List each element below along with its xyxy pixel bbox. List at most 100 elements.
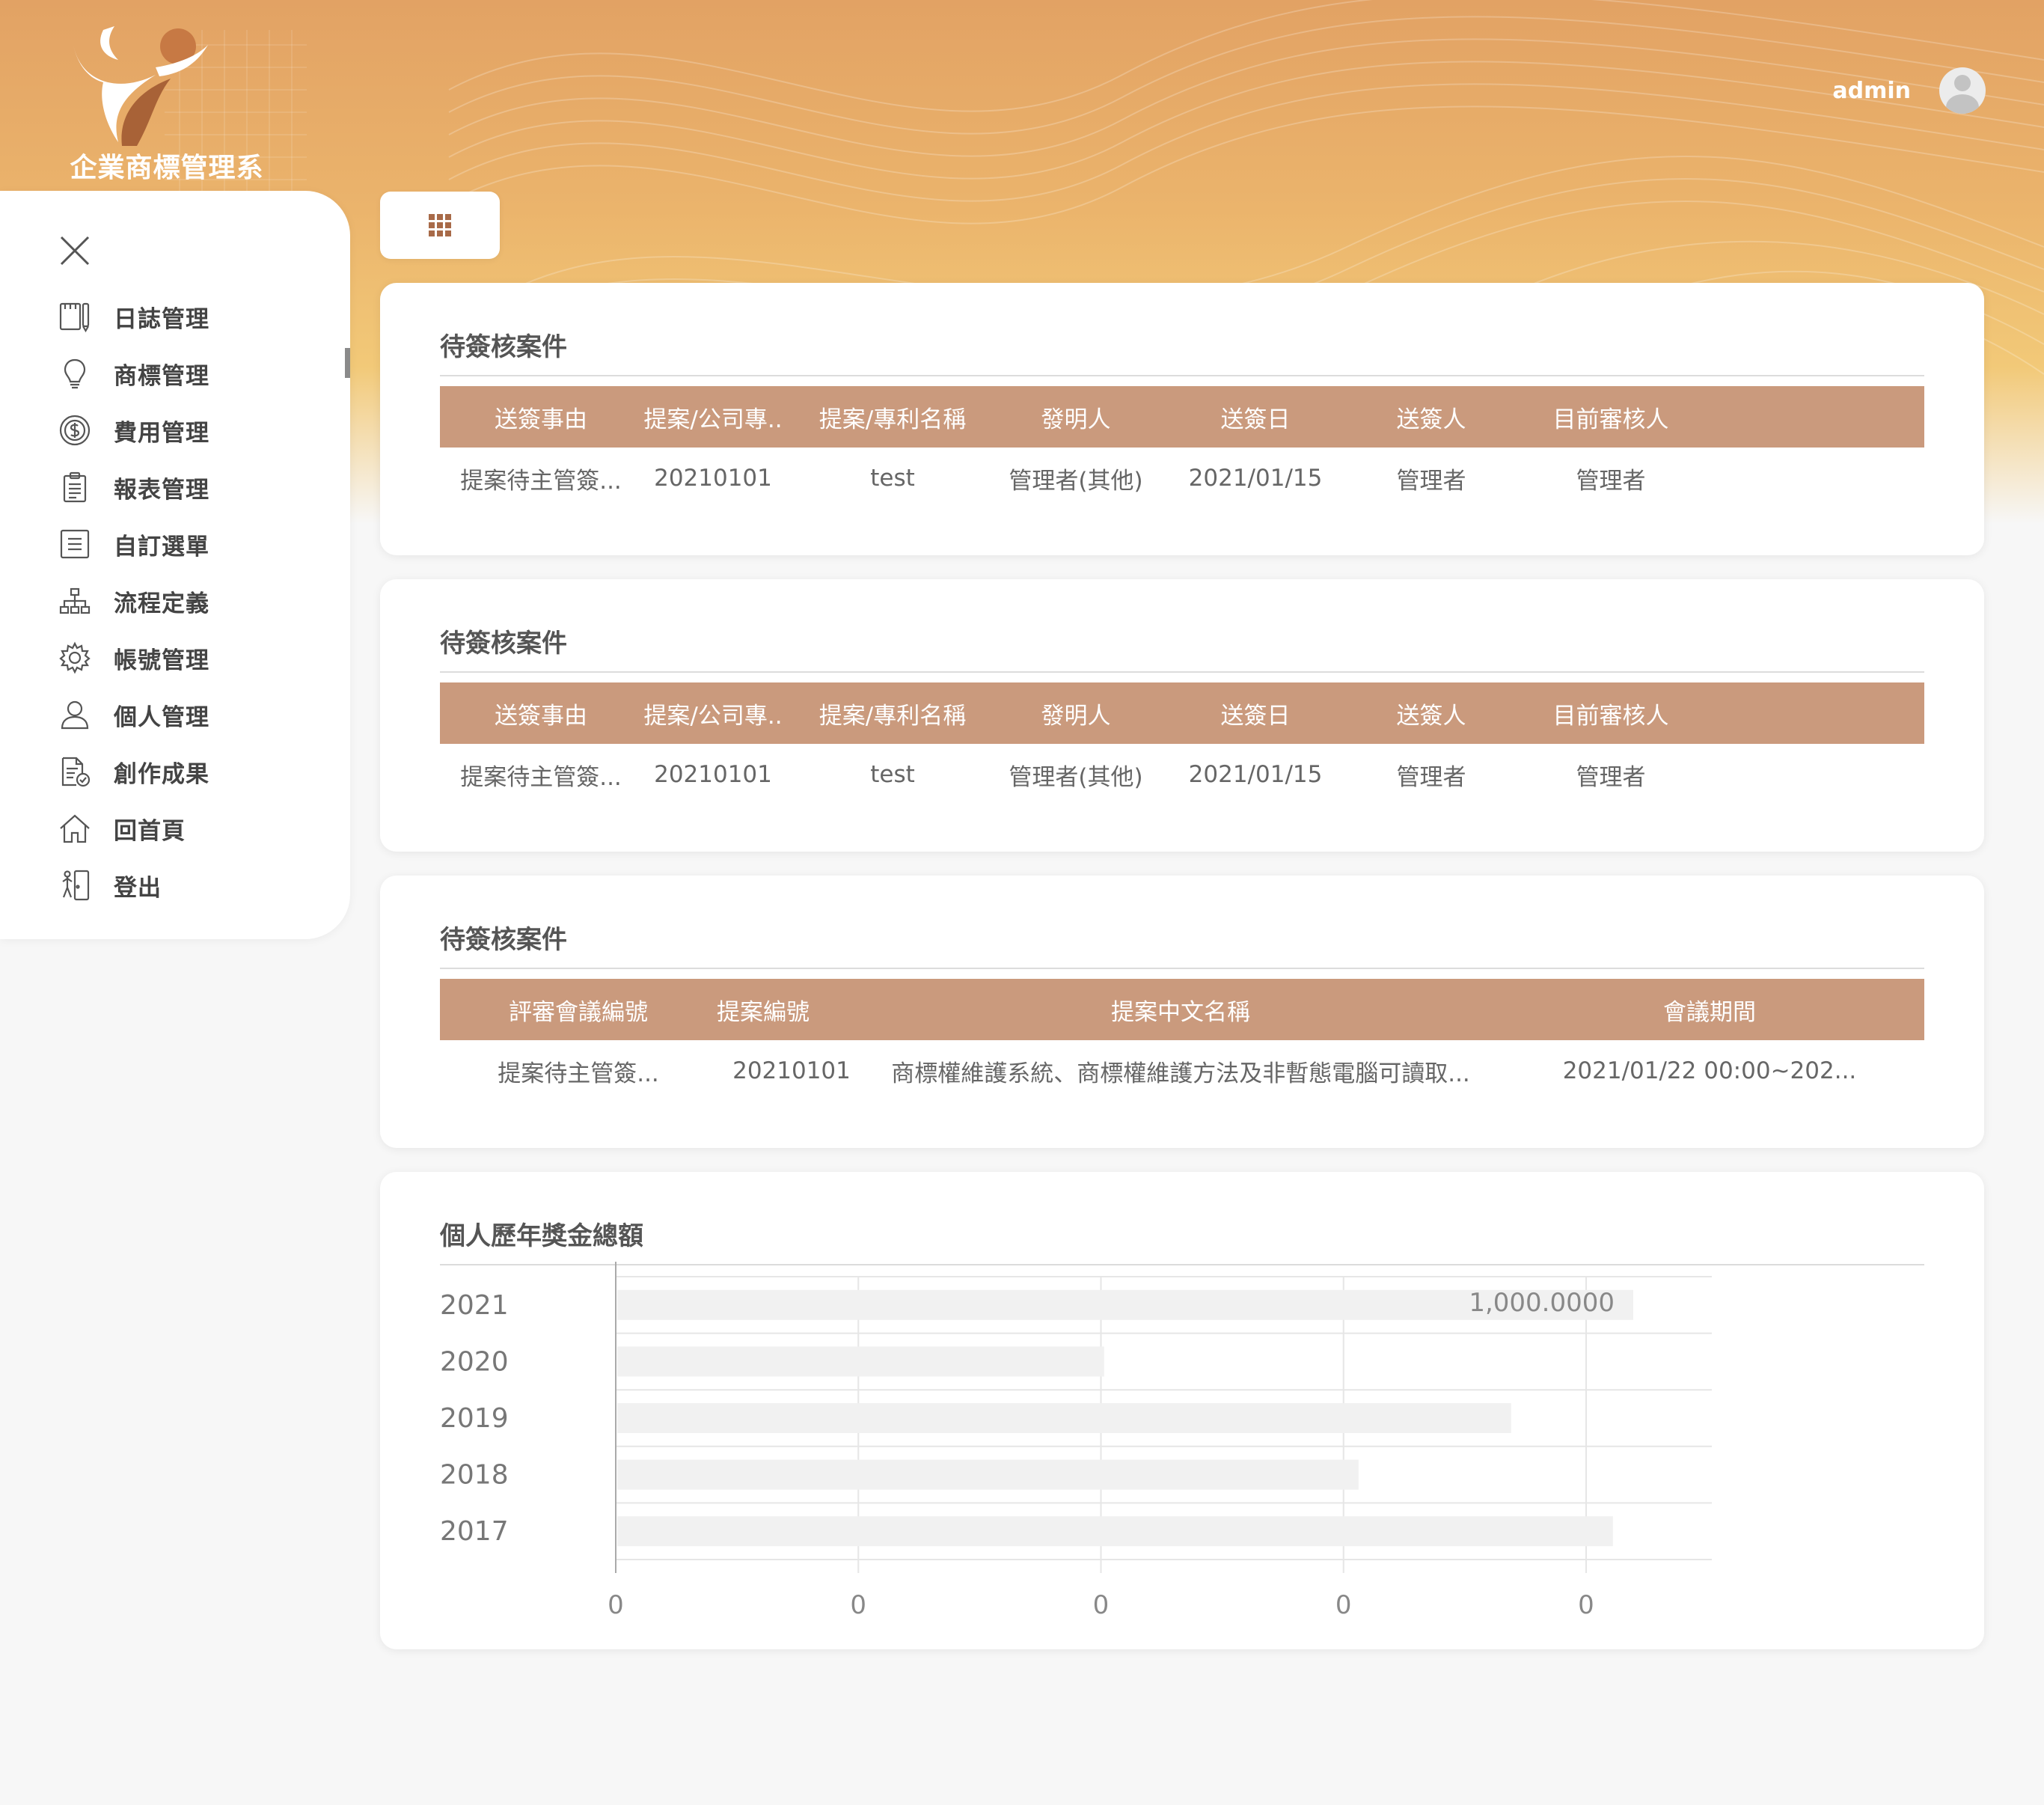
sidebar-item-personal[interactable]: 個人管理: [58, 686, 209, 743]
sidebar-item-workflow[interactable]: 流程定義: [58, 572, 209, 629]
column-header[interactable]: 評審會議編號: [440, 979, 717, 1040]
table-row[interactable]: 提案待主管簽... 20210101 商標權維護系統、商標權維護方法及非暫態電腦…: [440, 1040, 1924, 1102]
sidebar-item-trademark[interactable]: 商標管理: [58, 345, 209, 402]
sidebar-item-fees[interactable]: 費用管理: [58, 402, 209, 459]
sidebar-item-label: 創作成果: [114, 760, 209, 788]
sidebar-item-creations[interactable]: 創作成果: [58, 743, 209, 800]
avatar-body: [1946, 94, 1979, 114]
table-cell: 管理者: [1396, 467, 1466, 495]
column-header[interactable]: 送簽人: [1345, 386, 1517, 448]
chart-bar: [617, 1403, 1511, 1433]
column-header[interactable]: 送簽日: [1166, 682, 1345, 744]
user-menu[interactable]: admin: [1832, 67, 1986, 114]
sidebar-item-logout[interactable]: 登出: [58, 857, 209, 914]
table-cell: 管理者(其他): [1009, 763, 1143, 791]
column-header[interactable]: 提案/專利名稱: [799, 682, 986, 744]
home-icon: [60, 814, 90, 843]
review-meetings-table: 評審會議編號 提案編號 提案中文名稱 會議期間 提案待主管簽... 202101…: [440, 979, 1924, 1102]
pending-cases-table: 送簽事由 提案/公司專.. 提案/專利名稱 發明人 送簽日 送簽人 目前審核人 …: [440, 682, 1924, 805]
column-header[interactable]: 提案/公司專..: [627, 682, 799, 744]
card-title: 待簽核案件: [440, 326, 1924, 376]
lightbulb-icon: [64, 358, 86, 389]
sidebar-item-label: 自訂選單: [114, 533, 209, 561]
x-tick-label: 0: [1093, 1590, 1110, 1620]
avatar[interactable]: [1939, 67, 1986, 114]
apps-grid-button[interactable]: [380, 192, 500, 259]
category-label: 2021: [440, 1290, 509, 1321]
close-icon[interactable]: [58, 234, 91, 267]
x-tick-label: 0: [608, 1590, 624, 1620]
column-header[interactable]: 送簽人: [1345, 682, 1517, 744]
card-title: 待簽核案件: [440, 919, 1924, 969]
chart-bar: [617, 1516, 1613, 1547]
table-cell: 管理者(其他): [1009, 467, 1143, 495]
table-cell: test: [870, 761, 915, 788]
table-cell: 2021/01/22 00:00~202...: [1562, 1057, 1857, 1084]
sidebar-menu: 日誌管理 商標管理 費用管理 報表管理 自訂選單 流程定義 帳號管理 個人管理: [58, 288, 209, 914]
sidebar-item-label: 流程定義: [114, 590, 209, 617]
sidebar-item-label: 登出: [114, 874, 162, 902]
column-header[interactable]: 送簽事由: [440, 682, 627, 744]
column-header[interactable]: 提案中文名稱: [866, 979, 1495, 1040]
sidebar-item-label: 商標管理: [114, 362, 209, 390]
table-cell: 20210101: [732, 1057, 851, 1084]
table-header: 評審會議編號 提案編號 提案中文名稱 會議期間: [440, 979, 1924, 1040]
table-cell: 20210101: [654, 465, 772, 492]
sidebar-scrollbar[interactable]: [345, 348, 350, 378]
table-cell: 提案待主管簽...: [460, 763, 622, 791]
column-header[interactable]: 發明人: [986, 682, 1166, 744]
table-cell: 2021/01/15: [1188, 761, 1323, 788]
gear-icon: [59, 641, 91, 674]
data-label: 1,000.0000: [1469, 1288, 1615, 1318]
category-label: 2020: [440, 1346, 509, 1377]
sidebar-item-label: 日誌管理: [114, 305, 209, 333]
sidebar-item-label: 報表管理: [114, 476, 209, 504]
table-row[interactable]: 提案待主管簽... 20210101 test 管理者(其他) 2021/01/…: [440, 448, 1924, 509]
sidebar-item-accounts[interactable]: 帳號管理: [58, 629, 209, 686]
column-header[interactable]: 提案/專利名稱: [799, 386, 986, 448]
chart-bar: [617, 1459, 1359, 1490]
pending-cases-table: 送簽事由 提案/公司專.. 提案/專利名稱 發明人 送簽日 送簽人 目前審核人 …: [440, 386, 1924, 509]
table-cell: 管理者: [1576, 467, 1646, 495]
column-header[interactable]: 送簽日: [1166, 386, 1345, 448]
column-header[interactable]: 會議期間: [1495, 979, 1924, 1040]
column-header[interactable]: 提案編號: [717, 979, 866, 1040]
table-cell: 提案待主管簽...: [498, 1060, 659, 1087]
sidebar-item-label: 回首頁: [114, 817, 186, 845]
table-cell: 2021/01/15: [1188, 465, 1323, 492]
column-header[interactable]: 目前審核人: [1517, 682, 1704, 744]
column-header[interactable]: 目前審核人: [1517, 386, 1704, 448]
table-header: 送簽事由 提案/公司專.. 提案/專利名稱 發明人 送簽日 送簽人 目前審核人: [440, 386, 1924, 448]
sidebar-item-label: 個人管理: [114, 703, 209, 731]
sidebar-item-label: 費用管理: [114, 419, 209, 447]
column-header[interactable]: 送簽事由: [440, 386, 627, 448]
sidebar-item-custom-menu[interactable]: 自訂選單: [58, 516, 209, 572]
x-tick-label: 0: [850, 1590, 866, 1620]
review-meetings-card: 待簽核案件 評審會議編號 提案編號 提案中文名稱 會議期間 提案待主管簽... …: [380, 876, 1984, 1148]
sidebar: 日誌管理 商標管理 費用管理 報表管理 自訂選單 流程定義 帳號管理 個人管理: [0, 191, 350, 939]
column-header[interactable]: 發明人: [986, 386, 1166, 448]
username: admin: [1832, 77, 1911, 104]
table-row[interactable]: 提案待主管簽... 20210101 test 管理者(其他) 2021/01/…: [440, 744, 1924, 805]
category-label: 2019: [440, 1403, 509, 1434]
app-logo[interactable]: 企業商標管理系統: [58, 22, 275, 222]
table-header: 送簽事由 提案/公司專.. 提案/專利名稱 發明人 送簽日 送簽人 目前審核人: [440, 682, 1924, 744]
table-cell: 提案待主管簽...: [460, 467, 622, 495]
column-header[interactable]: 提案/公司專..: [627, 386, 799, 448]
log-icon: [59, 302, 90, 333]
sidebar-item-home[interactable]: 回首頁: [58, 800, 209, 857]
list-icon: [60, 529, 90, 559]
table-cell: 商標權維護系統、商標權維護方法及非暫態電腦可讀取...: [891, 1060, 1470, 1087]
org-chart-icon: [59, 587, 91, 614]
user-icon: [61, 700, 89, 730]
sidebar-item-reports[interactable]: 報表管理: [58, 459, 209, 516]
card-title: 待簽核案件: [440, 623, 1924, 673]
clipboard-icon: [63, 471, 87, 503]
dollar-coin-icon: [59, 415, 91, 446]
table-cell: 管理者: [1576, 763, 1646, 791]
sidebar-item-log[interactable]: 日誌管理: [58, 288, 209, 345]
sidebar-item-label: 帳號管理: [114, 647, 209, 674]
table-cell: 20210101: [654, 761, 772, 788]
grid-icon: [429, 214, 451, 236]
bonus-chart-card: 個人歷年獎金總額 2021 1,000.0000 2020 2019 2018 2017 0…: [380, 1172, 1984, 1649]
